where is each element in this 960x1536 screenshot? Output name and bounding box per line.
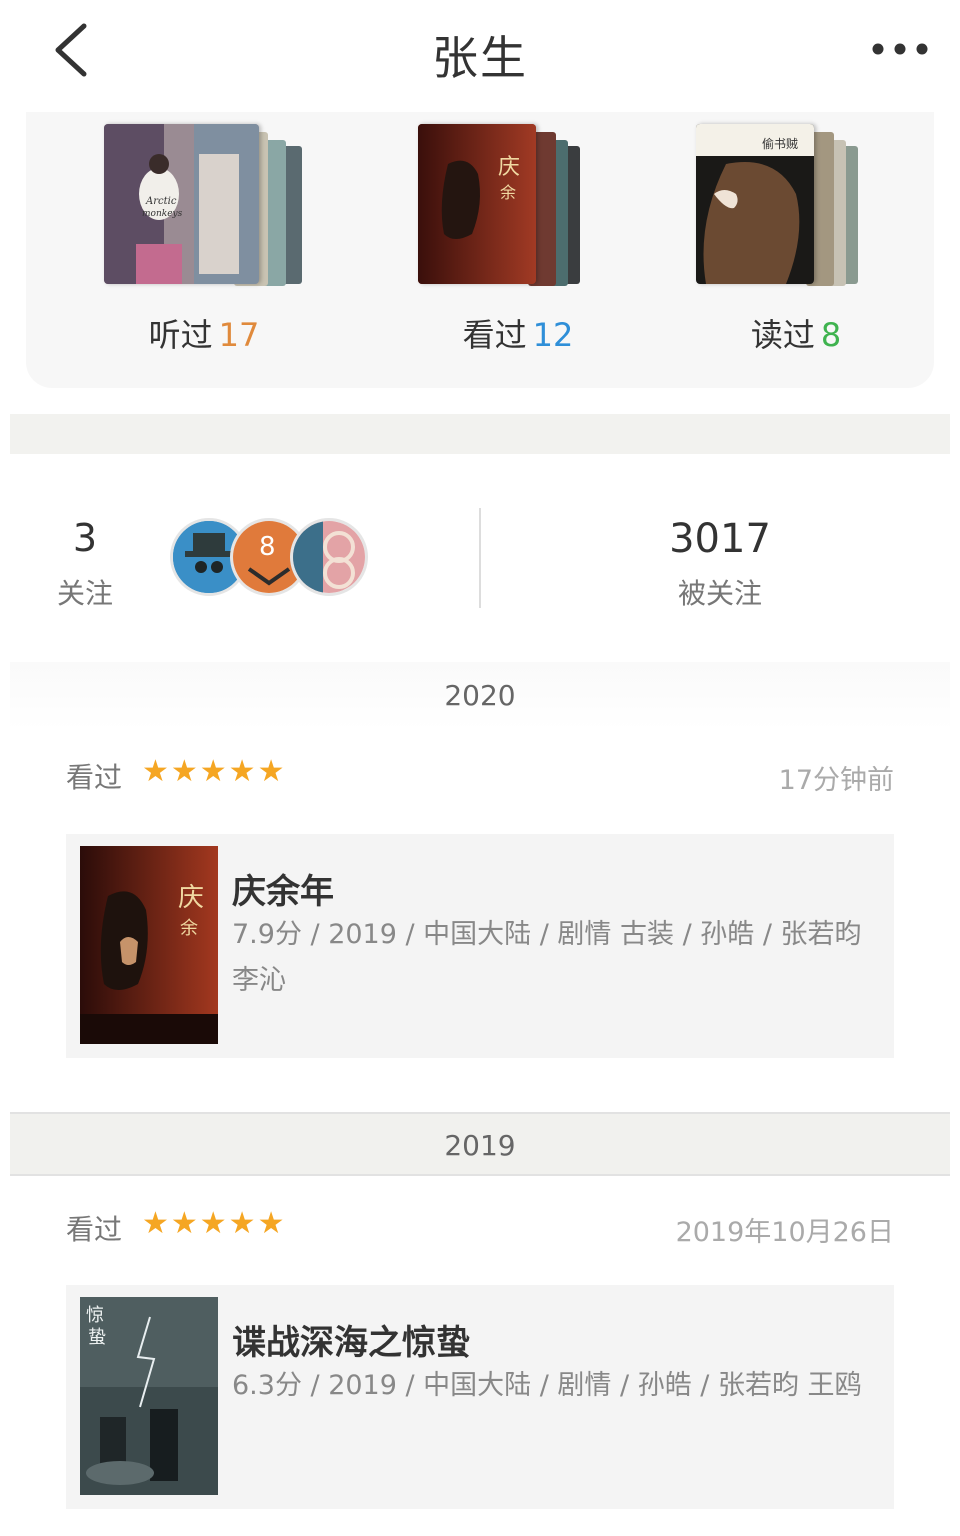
collection-music[interactable]: Arctic monkeys 听过 17 [104, 124, 314, 364]
top-nav-bar: 张生 [0, 0, 960, 110]
collection-label: 听过 [148, 316, 213, 354]
svg-text:庆: 庆 [498, 155, 520, 180]
activity-header: 看过 ★★★★★ 17分钟前 [66, 750, 894, 800]
album-cover-stack: Arctic monkeys [104, 124, 304, 286]
year-header-2020: 2020 [10, 662, 950, 730]
activity-time: 17分钟前 [778, 765, 894, 796]
year-header-2019: 2019 [10, 1112, 950, 1176]
books-count-label: 读过 8 [696, 310, 896, 356]
section-divider [10, 414, 950, 454]
book-cover: 偷书贼 [696, 124, 814, 284]
movie-title[interactable]: 庆余年 [232, 864, 334, 913]
activity-time: 2019年10月26日 [675, 1217, 894, 1248]
collection-movies[interactable]: 庆 余 看过 12 [418, 124, 628, 364]
rating-stars-icon: ★★★★★ [142, 1206, 287, 1241]
movie-poster: 庆 余 [80, 846, 218, 1044]
movie-poster: 惊 蛰 [80, 1297, 218, 1495]
svg-text:蛰: 蛰 [88, 1327, 106, 1348]
movie-meta: 6.3分 / 2019 / 中国大陆 / 剧情 / 孙皓 / 张若昀 王鸥 [232, 1370, 862, 1401]
stats-divider [479, 508, 481, 608]
following-count[interactable]: 3 [40, 516, 130, 560]
svg-text:余: 余 [500, 183, 516, 202]
avatar[interactable] [290, 518, 368, 596]
collection-count: 12 [532, 316, 574, 354]
movie-card[interactable]: 庆 余 庆余年 7.9分 / 2019 / 中国大陆 / 剧情 古装 / 孙皓 … [66, 834, 894, 1058]
movie-poster: 庆 余 [418, 124, 536, 284]
collection-label: 看过 [462, 316, 527, 354]
collection-count: 17 [218, 316, 260, 354]
svg-text:庆: 庆 [178, 883, 204, 913]
collection-label: 读过 [750, 316, 815, 354]
follow-stats: 3 关注 8 3017 被关注 [0, 480, 960, 630]
activity-verb: 看过 [66, 761, 123, 794]
collection-count: 8 [820, 316, 842, 354]
movie-card[interactable]: 惊 蛰 谍战深海之惊蛰 6.3分 / 2019 / 中国大陆 / 剧情 / 孙皓… [66, 1285, 894, 1509]
collections-panel: Arctic monkeys 听过 17 庆 余 看过 12 偷书贼 读过 8 [26, 112, 934, 388]
more-dots-icon[interactable] [870, 34, 930, 64]
followers-label[interactable]: 被关注 [600, 572, 840, 612]
following-label[interactable]: 关注 [40, 572, 130, 612]
rating-stars-icon: ★★★★★ [142, 754, 287, 789]
collection-books[interactable]: 偷书贼 读过 8 [696, 124, 906, 364]
album-cover: Arctic monkeys [104, 124, 259, 284]
movie-title[interactable]: 谍战深海之惊蛰 [232, 1315, 470, 1364]
svg-text:Arctic: Arctic [145, 196, 177, 207]
svg-text:余: 余 [180, 918, 198, 939]
svg-text:monkeys: monkeys [142, 209, 183, 219]
svg-text:偷书贼: 偷书贼 [762, 136, 798, 151]
following-avatars: 8 [170, 518, 370, 598]
page-title: 张生 [432, 31, 528, 85]
svg-text:惊: 惊 [86, 1305, 104, 1326]
book-cover-stack: 偷书贼 [696, 124, 896, 286]
activity-verb: 看过 [66, 1213, 123, 1246]
movies-count-label: 看过 12 [418, 310, 618, 356]
followers-count[interactable]: 3017 [600, 516, 840, 562]
movie-meta: 7.9分 / 2019 / 中国大陆 / 剧情 古装 / 孙皓 / 张若昀 李沁 [232, 919, 862, 996]
activity-header: 看过 ★★★★★ 2019年10月26日 [66, 1202, 894, 1252]
svg-text:8: 8 [259, 532, 276, 562]
movie-poster-stack: 庆 余 [418, 124, 618, 286]
music-count-label: 听过 17 [104, 310, 304, 356]
